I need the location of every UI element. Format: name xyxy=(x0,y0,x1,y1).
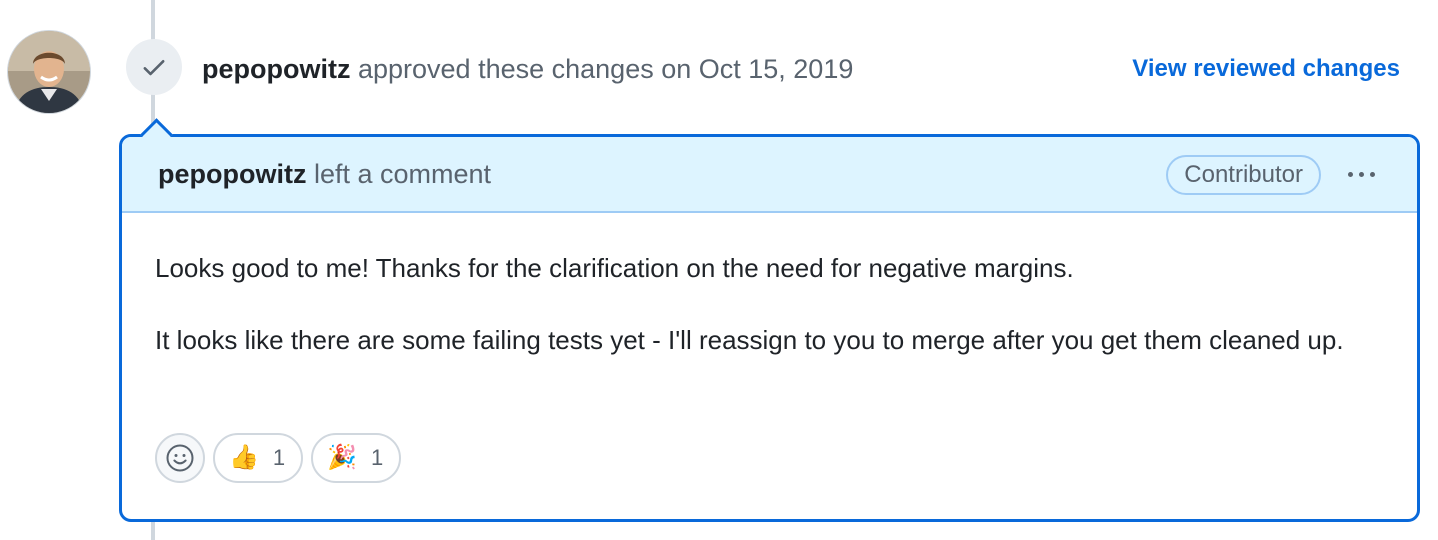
review-event-text: pepopowitz approved these changes on Oct… xyxy=(202,51,853,87)
comment-body: Looks good to me! Thanks for the clarifi… xyxy=(122,213,1417,361)
event-author-link[interactable]: pepopowitz xyxy=(202,54,350,84)
comment-paragraph: It looks like there are some failing tes… xyxy=(155,325,1344,355)
approved-badge xyxy=(126,39,182,95)
smiley-icon xyxy=(166,444,194,472)
event-action-text: approved these changes on Oct 15, 2019 xyxy=(350,54,854,84)
avatar[interactable] xyxy=(8,31,90,113)
contributor-badge: Contributor xyxy=(1166,155,1321,195)
comment-paragraph: Looks good to me! Thanks for the clarifi… xyxy=(155,253,1074,283)
review-comment: pepopowitz left a comment Contributor Lo… xyxy=(119,118,1420,522)
kebab-horizontal-icon[interactable] xyxy=(1341,161,1381,187)
thumbs-up-icon: 👍 xyxy=(229,444,259,471)
avatar-image xyxy=(8,31,90,113)
comment-header: pepopowitz left a comment Contributor xyxy=(122,137,1417,213)
reaction-count: 1 xyxy=(371,445,384,470)
view-reviewed-changes-link[interactable]: View reviewed changes xyxy=(1132,51,1400,87)
comment-header-action: left a comment xyxy=(306,158,492,189)
add-reaction-button[interactable] xyxy=(155,433,205,483)
reaction-thumbs-up-button[interactable]: 👍 1 xyxy=(213,433,304,483)
comment-header-text: pepopowitz left a comment xyxy=(158,159,491,190)
tada-icon: 🎉 xyxy=(327,444,358,471)
comment-author-link[interactable]: pepopowitz xyxy=(158,159,306,189)
reactions-bar: 👍 1 🎉 1 xyxy=(155,433,402,483)
check-icon xyxy=(143,60,165,76)
reaction-tada-button[interactable]: 🎉 1 xyxy=(311,433,402,483)
reaction-count: 1 xyxy=(272,445,286,470)
